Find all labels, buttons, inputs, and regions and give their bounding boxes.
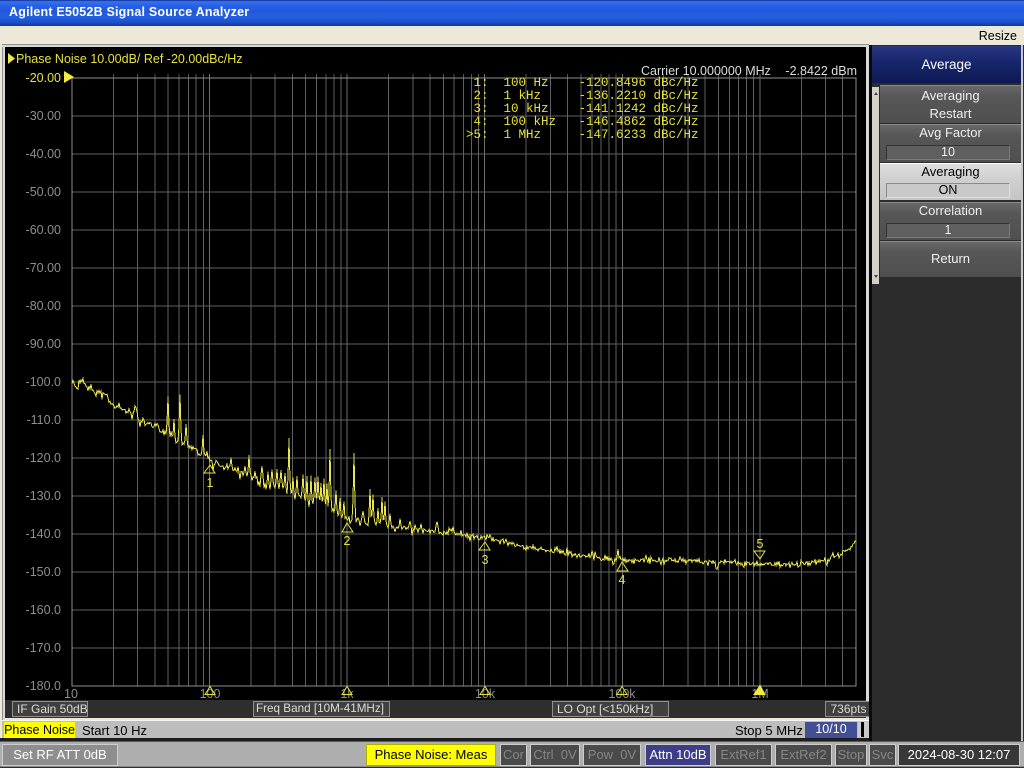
svg-text:-130.0: -130.0 <box>26 489 61 503</box>
svg-text:-40.00: -40.00 <box>26 147 61 161</box>
svg-text:-60.00: -60.00 <box>26 223 61 237</box>
svg-text:2: 2 <box>344 534 351 548</box>
svg-text:4: 4 <box>619 573 626 587</box>
svg-text:Phase Noise 10.00dB/ Ref -20.0: Phase Noise 10.00dB/ Ref -20.00dBc/Hz <box>16 52 243 66</box>
svg-text:-2.8422 dBm: -2.8422 dBm <box>785 64 857 78</box>
svg-text:-140.0: -140.0 <box>26 527 61 541</box>
svg-text:-100.0: -100.0 <box>26 375 61 389</box>
svg-text:-120.0: -120.0 <box>26 451 61 465</box>
svg-text:-110.0: -110.0 <box>26 413 61 427</box>
svg-text:3: 3 <box>482 553 489 567</box>
svg-text:-160.0: -160.0 <box>26 603 61 617</box>
svg-text:1: 1 <box>207 476 214 490</box>
svg-text:-80.00: -80.00 <box>26 299 61 313</box>
svg-text:10: 10 <box>64 687 78 701</box>
svg-text:-70.00: -70.00 <box>26 261 61 275</box>
svg-text:-20.00: -20.00 <box>26 71 61 85</box>
svg-text:-180.0: -180.0 <box>26 679 61 693</box>
svg-text:-150.0: -150.0 <box>26 565 61 579</box>
svg-text:-50.00: -50.00 <box>26 185 61 199</box>
svg-text:-170.0: -170.0 <box>26 641 61 655</box>
svg-text:-90.00: -90.00 <box>26 337 61 351</box>
svg-text:5: 5 <box>757 537 764 551</box>
svg-text:-30.00: -30.00 <box>26 109 61 123</box>
